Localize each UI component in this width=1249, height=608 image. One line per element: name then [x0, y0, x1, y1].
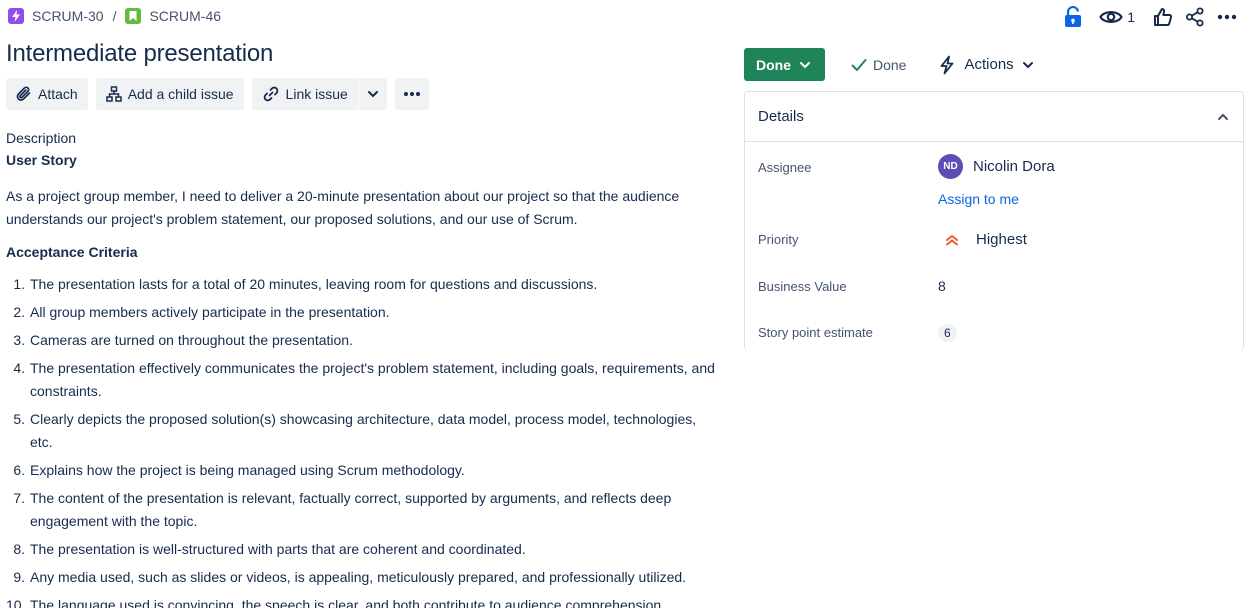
list-item-number: 7.	[13, 490, 25, 506]
list-item-number: 9.	[13, 569, 25, 585]
priority-highest-icon	[938, 234, 966, 246]
list-item-number: 6.	[13, 462, 25, 478]
list-item-number: 4.	[13, 360, 25, 376]
list-item: 8. The presentation is well-structured wi…	[6, 538, 721, 561]
list-item: 4. The presentation effectively communica…	[6, 357, 721, 403]
list-item: 3. Cameras are turned on throughout the p…	[6, 329, 721, 352]
actions-label: Actions	[964, 56, 1014, 73]
list-item-text: Any media used, such as slides or videos…	[30, 569, 687, 585]
assignee-label: Assignee	[758, 160, 812, 175]
thumbs-up-icon[interactable]	[1153, 7, 1173, 27]
lock-icon[interactable]	[1063, 6, 1083, 28]
add-child-issue-button[interactable]: Add a child issue	[95, 78, 244, 110]
breadcrumb-separator: /	[112, 8, 117, 24]
breadcrumb-parent[interactable]: SCRUM-30	[8, 8, 104, 24]
list-item-number: 8.	[13, 541, 25, 557]
check-icon	[851, 58, 867, 72]
breadcrumb: SCRUM-30 / SCRUM-46	[8, 6, 221, 26]
watch-count: 1	[1127, 9, 1135, 25]
details-panel: Details Assignee ND Nicolin Dora Assign …	[744, 91, 1244, 350]
link-issue-label: Link issue	[285, 86, 348, 102]
link-issue-button[interactable]: Link issue	[251, 78, 358, 110]
attach-label: Attach	[38, 86, 78, 102]
assignee-name: Nicolin Dora	[973, 158, 1055, 175]
priority-value[interactable]: Highest	[938, 231, 1027, 248]
lightning-icon	[938, 55, 956, 75]
user-story-text: As a project group member, I need to del…	[6, 188, 680, 227]
list-item-text: The presentation lasts for a total of 20…	[30, 276, 598, 292]
business-value-label: Business Value	[758, 279, 847, 294]
list-item-text: Explains how the project is being manage…	[30, 462, 465, 478]
list-item-text: Clearly depicts the proposed solution(s)…	[30, 411, 697, 450]
priority-text: Highest	[976, 231, 1027, 248]
epic-icon	[8, 8, 24, 24]
more-actions-button[interactable]	[394, 78, 429, 110]
watch-button[interactable]: 1	[1099, 8, 1135, 26]
details-header[interactable]: Details	[745, 92, 1243, 142]
list-item: 5. Clearly depicts the proposed solution(…	[6, 408, 721, 454]
list-item-number: 5.	[13, 411, 25, 427]
acceptance-criteria-list: 1. The presentation lasts for a total of …	[6, 273, 721, 608]
list-item-number: 1.	[13, 276, 25, 292]
list-item: 10. The language used is convincing, the …	[6, 594, 721, 608]
chevron-down-icon	[799, 61, 811, 69]
chevron-up-icon	[1217, 113, 1229, 121]
issue-title[interactable]: Intermediate presentation	[6, 40, 273, 68]
list-item-number: 3.	[13, 332, 25, 348]
issue-toolbar: Attach Add a child issue Link issue	[6, 78, 429, 110]
story-point-value[interactable]: 6	[938, 324, 957, 342]
link-icon	[262, 85, 280, 103]
add-child-label: Add a child issue	[127, 86, 234, 102]
resolution-label: Done	[873, 56, 907, 73]
list-item-text: All group members actively participate i…	[30, 304, 390, 320]
link-issue-dropdown[interactable]	[358, 78, 387, 110]
share-icon[interactable]	[1185, 7, 1205, 27]
paperclip-icon	[16, 86, 32, 102]
breadcrumb-issue-key[interactable]: SCRUM-46	[149, 8, 221, 24]
list-item-text: The presentation effectively communicate…	[30, 360, 715, 399]
acceptance-criteria-heading: Acceptance Criteria	[6, 244, 138, 260]
story-point-badge: 6	[938, 324, 957, 342]
issue-top-actions: 1	[1063, 4, 1237, 30]
actions-menu-button[interactable]: Actions	[938, 55, 1033, 75]
list-item: 6. Explains how the project is being mana…	[6, 459, 721, 482]
details-title: Details	[758, 108, 804, 125]
avatar: ND	[938, 154, 963, 179]
story-point-label: Story point estimate	[758, 325, 873, 340]
assignee-value[interactable]: ND Nicolin Dora	[938, 154, 1055, 179]
list-item-number: 2.	[13, 304, 25, 320]
breadcrumb-parent-key[interactable]: SCRUM-30	[32, 8, 104, 24]
hierarchy-icon	[105, 86, 122, 102]
description-section[interactable]: Description User Story As a project grou…	[6, 130, 721, 608]
priority-label: Priority	[758, 232, 799, 247]
list-item: 9. Any media used, such as slides or vide…	[6, 566, 721, 589]
list-item-text: Cameras are turned on throughout the pre…	[30, 332, 353, 348]
chevron-down-icon	[1022, 61, 1034, 69]
status-row: Done Done Actions	[744, 48, 1034, 81]
list-item: 7. The content of the presentation is rel…	[6, 487, 721, 533]
list-item: 2. All group members actively participate…	[6, 301, 721, 324]
list-item: 1. The presentation lasts for a total of …	[6, 273, 721, 296]
list-item-text: The language used is convincing, the spe…	[30, 597, 666, 608]
eye-icon	[1099, 8, 1123, 26]
list-item-number: 10.	[6, 597, 26, 608]
more-icon	[403, 91, 421, 97]
business-value[interactable]: 8	[938, 278, 946, 294]
resolution-status[interactable]: Done	[851, 57, 906, 73]
description-heading: Description	[6, 130, 77, 146]
list-item-text: The content of the presentation is relev…	[30, 490, 672, 529]
link-issue-group: Link issue	[251, 78, 387, 110]
story-icon	[125, 8, 142, 24]
assign-to-me-link[interactable]: Assign to me	[938, 191, 1019, 207]
list-item-text: The presentation is well-structured with…	[30, 541, 526, 557]
user-story-heading: User Story	[6, 152, 77, 168]
breadcrumb-current[interactable]: SCRUM-46	[125, 8, 221, 24]
more-icon[interactable]	[1217, 14, 1237, 20]
status-label: Done	[756, 56, 791, 73]
status-dropdown-button[interactable]: Done	[744, 48, 825, 81]
attach-button[interactable]: Attach	[6, 78, 88, 110]
chevron-down-icon	[367, 90, 379, 98]
